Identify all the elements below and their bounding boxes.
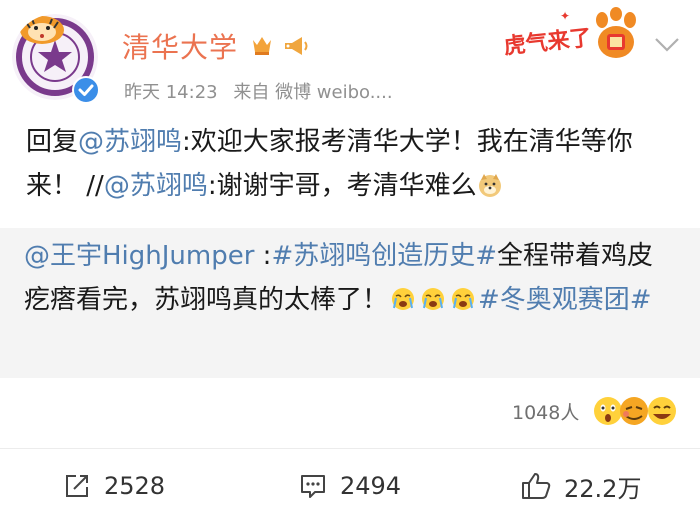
crying-emoji-icon (422, 288, 445, 310)
post-source[interactable]: 来自 微博 weibo.... (233, 82, 392, 103)
repost-card[interactable]: @王宇HighJumper :#苏翊鸣创造历史#全程带着鸡皮疙瘩看完，苏翊鸣真的… (0, 228, 700, 378)
hashtag-link[interactable]: #苏翊鸣创造历史# (271, 241, 497, 271)
action-bar: 2528 2494 22.2万 (0, 458, 700, 512)
post-time: 昨天 14:23 (124, 82, 218, 103)
svg-text:虎气来了: 虎气来了 (503, 25, 593, 60)
repost-body: @王宇HighJumper :#苏翊鸣创造历史#全程带着鸡皮疙瘩看完，苏翊鸣真的… (24, 234, 679, 322)
repost-sep: : (254, 241, 272, 271)
svg-text:✦: ✦ (560, 9, 570, 23)
share-icon (66, 475, 88, 497)
comment-button[interactable]: 2494 (298, 466, 401, 506)
comment-icon (301, 475, 325, 498)
reaction-emojis-icon (594, 397, 676, 425)
post-header: 清华大学 昨天 14:23 来自 微博 weibo.... 虎气来了 ✦ (0, 0, 700, 118)
post-body: 回复@苏翊鸣:欢迎大家报考清华大学！我在清华等你来！ //@苏翊鸣:谢谢宇哥，考… (26, 120, 676, 208)
reply-prefix: 回复 (26, 127, 79, 157)
comment-count: 2494 (340, 472, 402, 500)
post-text: :谢谢宇哥，考清华难么 (207, 171, 477, 201)
like-count: 22.2万 (564, 474, 642, 503)
reactions-row[interactable]: 1048人 (0, 392, 700, 432)
mention-link[interactable]: @王宇HighJumper (24, 241, 254, 271)
crying-emoji-icon (452, 288, 475, 310)
repost-button[interactable]: 2528 (62, 466, 165, 506)
repost-separator: // (86, 171, 104, 201)
crying-emoji-icon (392, 288, 415, 310)
verified-badge-icon (72, 76, 100, 104)
tiger-year-sticker: 虎气来了 ✦ (503, 7, 636, 60)
like-button[interactable]: 22.2万 (520, 466, 641, 506)
reaction-count: 1048人 (512, 402, 580, 424)
mention-link[interactable]: @苏翊鸣 (78, 127, 182, 157)
post-meta: 昨天 14:23 来自 微博 weibo.... (124, 78, 403, 104)
megaphone-icon (285, 37, 308, 55)
account-name[interactable]: 清华大学 (122, 26, 238, 66)
divider (0, 448, 700, 449)
repost-count: 2528 (104, 472, 166, 500)
mention-link[interactable]: @苏翊鸣 (104, 171, 208, 201)
vip-badge-icon (253, 37, 271, 55)
thumbs-up-icon (522, 473, 551, 499)
doge-emoji-icon (478, 174, 501, 197)
hashtag-link[interactable]: #冬奥观赛团# (478, 285, 652, 315)
chevron-down-icon[interactable] (652, 32, 682, 56)
